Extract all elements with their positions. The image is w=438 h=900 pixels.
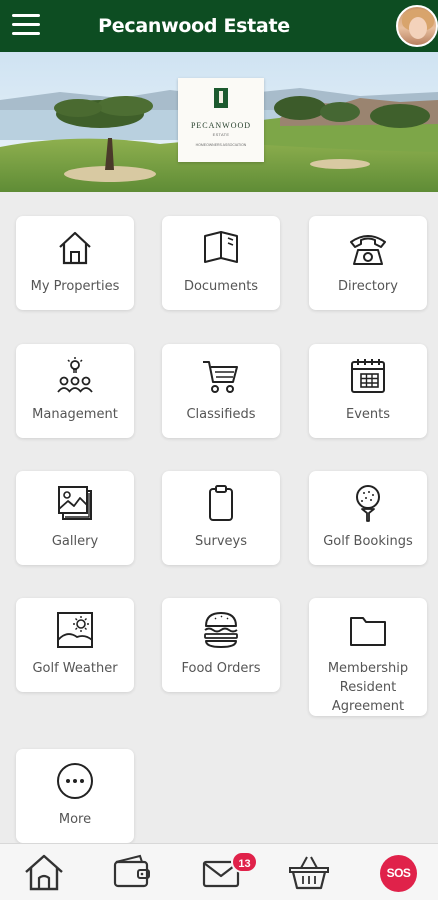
tile-label: Food Orders	[181, 661, 261, 676]
golf-ball-tee-icon	[356, 485, 380, 522]
tile-label: More	[58, 812, 92, 827]
tile-gallery[interactable]: Gallery	[16, 471, 134, 565]
tile-more[interactable]: More	[16, 749, 134, 843]
tile-label: Surveys	[195, 534, 247, 549]
estate-logo: PECANWOOD ESTATE HOMEOWNERS ASSOCIATION	[178, 78, 264, 162]
tile-label: Gallery	[51, 534, 99, 549]
estate-banner: PECANWOOD ESTATE HOMEOWNERS ASSOCIATION	[0, 52, 438, 192]
weather-picture-icon	[57, 612, 93, 648]
telephone-icon	[350, 235, 386, 265]
home-icon[interactable]	[22, 852, 66, 892]
tile-golf-weather[interactable]: Golf Weather	[16, 598, 134, 692]
more-dots-icon	[57, 763, 93, 799]
tile-my-properties[interactable]: My Properties	[16, 216, 134, 310]
basket-icon[interactable]	[287, 852, 331, 892]
top-app-bar: Pecanwood Estate	[0, 0, 438, 52]
tile-food-orders[interactable]: Food Orders	[162, 598, 280, 692]
tile-membership-resident-agreement[interactable]: Membership Resident Agreement	[309, 598, 427, 716]
tile-surveys[interactable]: Surveys	[162, 471, 280, 565]
tile-classifieds[interactable]: Classifieds	[162, 344, 280, 438]
logo-name: PECANWOOD	[190, 121, 252, 130]
tile-label: Classifieds	[186, 407, 256, 422]
open-book-icon	[204, 231, 238, 263]
tile-label: Golf Bookings	[323, 534, 413, 549]
tile-golf-bookings[interactable]: Golf Bookings	[309, 471, 427, 565]
team-idea-icon	[57, 357, 93, 393]
tile-documents[interactable]: Documents	[162, 216, 280, 310]
tile-management[interactable]: Management	[16, 344, 134, 438]
user-avatar[interactable]	[396, 5, 438, 47]
tile-directory[interactable]: Directory	[309, 216, 427, 310]
bottom-navigation	[0, 843, 438, 900]
logo-mark-icon	[214, 88, 228, 108]
tile-label: Events	[345, 407, 390, 422]
photo-gallery-icon	[58, 486, 92, 520]
tile-label: Golf Weather	[32, 661, 118, 676]
wallet-icon[interactable]	[110, 852, 154, 892]
app-title: Pecanwood Estate	[98, 15, 290, 37]
clipboard-icon	[209, 485, 233, 521]
burger-icon	[204, 612, 238, 648]
tile-label: My Properties	[30, 279, 120, 294]
tile-label: Documents	[183, 279, 259, 294]
shopping-cart-icon	[203, 361, 238, 393]
tile-events[interactable]: Events	[309, 344, 427, 438]
logo-sub: ESTATE	[212, 132, 230, 137]
calendar-icon	[351, 359, 385, 393]
logo-sub2: HOMEOWNERS ASSOCIATION	[195, 143, 247, 147]
tile-label: Management	[32, 407, 118, 422]
messages-badge: 13	[231, 851, 258, 873]
sos-button[interactable]: SOS	[380, 855, 417, 892]
tile-label: Membership Resident Agreement	[327, 661, 409, 714]
folder-icon	[350, 617, 386, 646]
house-icon	[59, 231, 91, 265]
tile-label: Directory	[338, 279, 398, 294]
